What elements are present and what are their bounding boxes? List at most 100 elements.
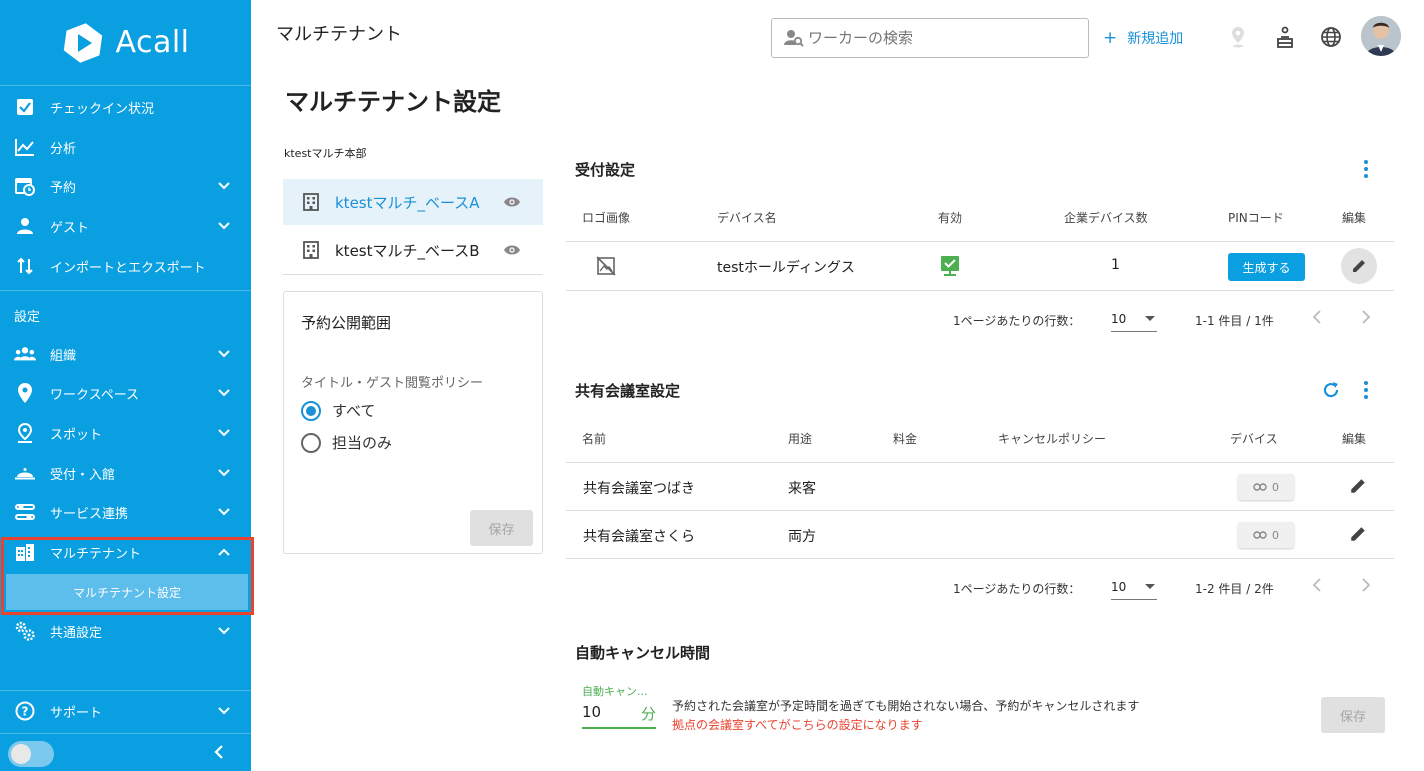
chevron-down-icon	[217, 704, 231, 718]
sidebar-item-checkin-status[interactable]: チェックイン状況	[0, 88, 251, 126]
column-header: キャンセルポリシー	[998, 432, 1107, 446]
sidebar-item-guests[interactable]: ゲスト	[0, 207, 251, 245]
chevron-down-icon	[217, 386, 231, 400]
chevron-down-icon	[217, 505, 231, 519]
user-avatar[interactable]	[1361, 16, 1401, 56]
room-name: 共有会議室さくら	[583, 529, 695, 545]
chevron-down-icon	[217, 219, 231, 233]
globe-icon[interactable]	[1318, 24, 1344, 50]
no-image-icon	[596, 256, 616, 276]
pencil-icon	[1353, 260, 1365, 272]
theme-toggle[interactable]	[8, 741, 54, 767]
add-new-label: 新規追加	[1127, 31, 1184, 47]
rows-per-page-label: 1ページあたりの行数：	[953, 314, 1081, 328]
chevron-down-icon	[217, 426, 231, 440]
collapse-sidebar-icon[interactable]	[214, 744, 224, 763]
edit-button[interactable]	[1347, 475, 1369, 497]
reception-desk-icon[interactable]	[1272, 24, 1298, 50]
edit-button[interactable]	[1347, 523, 1369, 545]
divider	[566, 290, 1394, 291]
settings-section-label: 設定	[14, 310, 41, 325]
add-new-button[interactable]: + 新規追加	[1103, 28, 1183, 48]
sidebar-item-label: 組織	[50, 348, 77, 364]
field-value: 10	[582, 703, 602, 721]
divider	[0, 290, 251, 291]
person-search-icon	[784, 30, 804, 47]
device-count: 0	[1272, 480, 1279, 494]
sidebar-item-workspace[interactable]: ワークスペース	[0, 374, 251, 412]
card-title: 予約公開範囲	[301, 314, 392, 332]
save-button[interactable]: 保存	[470, 510, 533, 546]
sidebar-item-label: ゲスト	[50, 220, 90, 236]
next-page-icon[interactable]	[1361, 308, 1371, 329]
sidebar-item-organization[interactable]: 組織	[0, 335, 251, 373]
divider	[566, 558, 1394, 559]
sidebar-item-reservations[interactable]: 予約	[0, 167, 251, 205]
divider	[0, 690, 251, 691]
prev-page-icon[interactable]	[1312, 576, 1322, 597]
sidebar-item-service-integration[interactable]: サービス連携	[0, 493, 251, 531]
generate-pin-button[interactable]: 生成する	[1228, 253, 1305, 281]
column-header: ロゴ画像	[582, 211, 631, 225]
worker-search[interactable]	[771, 18, 1089, 58]
tenant-name: ktestマルチ_ベースB	[335, 241, 480, 260]
sidebar-item-analytics[interactable]: 分析	[0, 128, 251, 166]
brand-logo[interactable]: Acall	[0, 0, 251, 86]
device-active-icon	[941, 256, 959, 276]
location-icon[interactable]	[1225, 24, 1251, 50]
svg-text:?: ?	[22, 705, 29, 719]
sidebar-item-support[interactable]: ? サポート	[0, 692, 251, 730]
people-group-icon	[14, 343, 36, 365]
sidebar-item-label: 分析	[50, 141, 77, 157]
tenant-item-base-b[interactable]: ktestマルチ_ベースB	[283, 227, 543, 273]
eye-icon[interactable]	[503, 196, 521, 208]
sidebar-item-label: ワークスペース	[50, 387, 140, 403]
device-count: 1	[1111, 257, 1120, 273]
more-vert-icon[interactable]	[1362, 380, 1370, 400]
sidebar-item-reception[interactable]: 受付・入館	[0, 454, 251, 492]
pencil-icon	[1351, 479, 1365, 493]
more-vert-icon[interactable]	[1362, 159, 1370, 179]
location-pin-icon	[14, 382, 36, 404]
link-icon	[1253, 531, 1267, 539]
device-name: testホールディングス	[717, 260, 855, 276]
chevron-down-icon	[217, 347, 231, 361]
device-link-chip[interactable]: 0	[1238, 474, 1294, 500]
tenant-name: ktestマルチ_ベースA	[335, 193, 480, 212]
eye-icon[interactable]	[503, 244, 521, 256]
building-icon	[303, 193, 319, 211]
sidebar-item-label: 共通設定	[50, 625, 103, 641]
policy-label: タイトル・ゲスト閲覧ポリシー	[301, 376, 484, 391]
brand-name: Acall	[115, 25, 190, 60]
room-usage: 両方	[788, 529, 816, 545]
page-range: 1-2 件目 / 2件	[1195, 582, 1274, 596]
next-page-icon[interactable]	[1361, 576, 1371, 597]
radio-unchecked-icon	[301, 432, 321, 453]
field-unit: 分	[640, 705, 656, 723]
rows-per-page-select[interactable]: 10	[1111, 306, 1157, 332]
edit-button[interactable]	[1341, 248, 1377, 284]
rows-per-page-label: 1ページあたりの行数：	[953, 582, 1081, 596]
sliders-icon	[14, 501, 36, 523]
sidebar-item-import-export[interactable]: インポートとエクスポート	[0, 247, 251, 285]
auto-cancel-save-button[interactable]: 保存	[1321, 697, 1385, 733]
refresh-icon[interactable]	[1321, 380, 1341, 400]
rows-per-page-select[interactable]: 10	[1111, 574, 1157, 600]
sidebar-item-spot[interactable]: スポット	[0, 414, 251, 452]
device-link-chip[interactable]: 0	[1238, 522, 1294, 548]
page-range: 1-1 件目 / 1件	[1195, 314, 1274, 328]
sidebar-item-common-settings[interactable]: 共通設定	[0, 612, 251, 650]
sidebar-item-label: サービス連携	[50, 506, 129, 522]
radio-assigned-only[interactable]: 担当のみ	[301, 432, 392, 453]
search-input[interactable]	[808, 29, 1068, 47]
prev-page-icon[interactable]	[1312, 308, 1322, 329]
column-header: 有効	[938, 211, 963, 225]
toggle-knob	[11, 744, 31, 764]
chevron-down-icon	[217, 179, 231, 193]
divider	[566, 462, 1394, 463]
radio-all[interactable]: すべて	[301, 400, 375, 421]
tenant-item-base-a[interactable]: ktestマルチ_ベースA	[283, 179, 543, 225]
auto-cancel-minutes-field[interactable]: 自動キャン... 10 分	[582, 683, 656, 729]
column-header: 企業デバイス数	[1064, 211, 1148, 225]
rows-per-page-value: 10	[1111, 311, 1127, 326]
